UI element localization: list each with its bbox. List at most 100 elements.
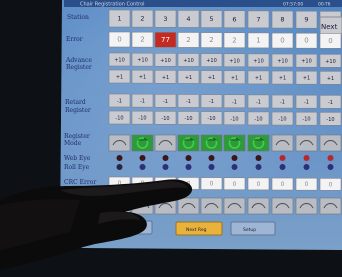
ret1-value: -1 <box>117 99 122 105</box>
ret10-value: -10 <box>254 116 262 122</box>
ret1-value: -1 <box>186 99 191 105</box>
ret10-value: -10 <box>230 116 238 122</box>
register-mode-toggle[interactable] <box>247 197 270 215</box>
register-mode-toggle[interactable] <box>319 134 342 152</box>
error-row: 0 2 77 2 2 2 1 0 0 0 <box>108 31 342 49</box>
register-mode-toggle[interactable] <box>154 197 177 215</box>
retard-minus1-row: -1 -1 -1 -1 -1 -1 -1 -1 -1 -1 <box>108 93 342 109</box>
crc-value: 0 <box>281 181 285 188</box>
adv10-value: +10 <box>277 59 288 65</box>
ret10-value: -10 <box>115 116 123 122</box>
ret1-value: -1 <box>209 99 214 105</box>
roll-eye-lamp <box>255 164 262 170</box>
roll-eye-lamp <box>303 164 310 170</box>
adv1-value: +1 <box>116 75 123 81</box>
ret1-value: -1 <box>232 99 237 105</box>
prev-reg-label: Prev Reg <box>120 226 140 232</box>
retard-label-1: Retard <box>65 99 86 106</box>
adv10-value: +10 <box>253 58 264 64</box>
crc-value: 0 <box>118 180 122 187</box>
hmi-photo: Chair Registration Control 07:57:00 00-T… <box>0 0 342 277</box>
adv10-value: +10 <box>301 59 312 65</box>
ret10-value: -10 <box>161 116 169 122</box>
adv10-value: +10 <box>229 58 240 64</box>
secondary-mode-row <box>108 197 342 215</box>
ret1-value: -1 <box>280 100 285 106</box>
register-mode-toggle[interactable] <box>108 197 131 215</box>
ret10-value: -10 <box>302 117 310 123</box>
ret1-value: -1 <box>163 99 168 105</box>
adv10-value: +10 <box>160 58 171 64</box>
error-value: 2 <box>140 36 144 44</box>
crc-error-label: CRC Error <box>64 179 96 186</box>
ret1-value: -1 <box>304 100 309 106</box>
crc-value: 0 <box>210 181 214 188</box>
ret10-value: -10 <box>138 116 146 122</box>
station-value: 4 <box>186 15 190 23</box>
adv10-value: +10 <box>183 58 194 64</box>
ret1-value: -1 <box>256 99 261 105</box>
roll-eye-lamp <box>279 164 286 170</box>
error-value: 0 <box>280 37 284 45</box>
web-eye-lamp <box>208 155 215 161</box>
station-header-row: 12345678910 <box>108 9 342 29</box>
roll-eye-lamp <box>116 164 123 170</box>
roll-eye-lamp <box>139 164 146 170</box>
adv1-value: +1 <box>327 76 334 82</box>
register-mode-toggle[interactable] <box>223 197 246 215</box>
web-eye-lamp <box>139 155 146 161</box>
web-eye-lamp <box>116 155 123 161</box>
register-mode-toggle[interactable] <box>295 197 318 215</box>
window-title: Chair Registration Control <box>80 2 145 8</box>
ret10-value: -10 <box>184 116 192 122</box>
roll-eye-lamp <box>185 164 192 170</box>
station-value: 1 <box>117 15 121 23</box>
error-value: 0 <box>117 36 121 44</box>
next-reg-label: Next Reg <box>186 227 207 233</box>
error-value: 77 <box>161 36 170 44</box>
adv1-value: +1 <box>255 75 262 81</box>
crc-value: 0 <box>329 181 333 188</box>
register-mode-toggle[interactable] <box>131 197 154 215</box>
register-mode-toggle[interactable] <box>271 134 294 152</box>
retard-label-2: Register <box>65 107 91 114</box>
station-value: 7 <box>256 15 260 23</box>
register-mode-toggle[interactable] <box>319 197 342 215</box>
adv1-value: +1 <box>139 75 146 81</box>
roll-eye-lamp <box>162 164 169 170</box>
ret10-value: -10 <box>326 117 334 123</box>
register-mode-toggle[interactable] <box>108 134 131 152</box>
adv1-value: +1 <box>279 76 286 82</box>
register-mode-toggle[interactable] <box>154 134 177 152</box>
crc-error-row: 0 0 0 0 0 0 0 0 0 0 <box>108 176 342 191</box>
error-value: 0 <box>304 37 308 45</box>
error-value: 2 <box>232 36 236 44</box>
roll-eye-lamp <box>208 164 215 170</box>
register-mode-toggle[interactable] <box>200 197 223 215</box>
register-mode-toggle[interactable] <box>295 134 318 152</box>
error-value: 2 <box>186 36 190 44</box>
register-mode-toggle[interactable] <box>177 197 200 215</box>
web-eye-lamp <box>255 155 262 161</box>
adv10-value: +10 <box>114 58 125 64</box>
roll-eye-lamp <box>327 164 334 170</box>
crc-value: 0 <box>141 180 145 187</box>
error-label: Error <box>66 36 83 43</box>
adv1-value: +1 <box>303 76 310 82</box>
web-eye-lamp <box>185 155 192 161</box>
station-label: Station <box>67 14 89 21</box>
advance-plus10-row: +10 +10 +10 +10 +10 +10 +10 +10 +10 +10 <box>108 52 342 68</box>
register-mode-toggle[interactable] <box>271 197 294 215</box>
crc-value: 0 <box>305 181 309 188</box>
ret10-value: -10 <box>278 117 286 123</box>
adv1-value: +1 <box>162 75 169 81</box>
advance-plus1-row: +1 +1 +1 +1 +1 +1 +1 +1 +1 +1 <box>108 69 342 85</box>
web-eye-label: Web Eye <box>64 155 91 162</box>
station-value: 8 <box>280 16 284 24</box>
register-mode-row <box>108 134 342 152</box>
error-value: 1 <box>256 36 260 44</box>
adv10-value: +10 <box>325 59 336 65</box>
adv10-value: +10 <box>206 58 217 64</box>
station-value: 2 <box>140 15 144 23</box>
ret1-value: -1 <box>140 99 145 105</box>
